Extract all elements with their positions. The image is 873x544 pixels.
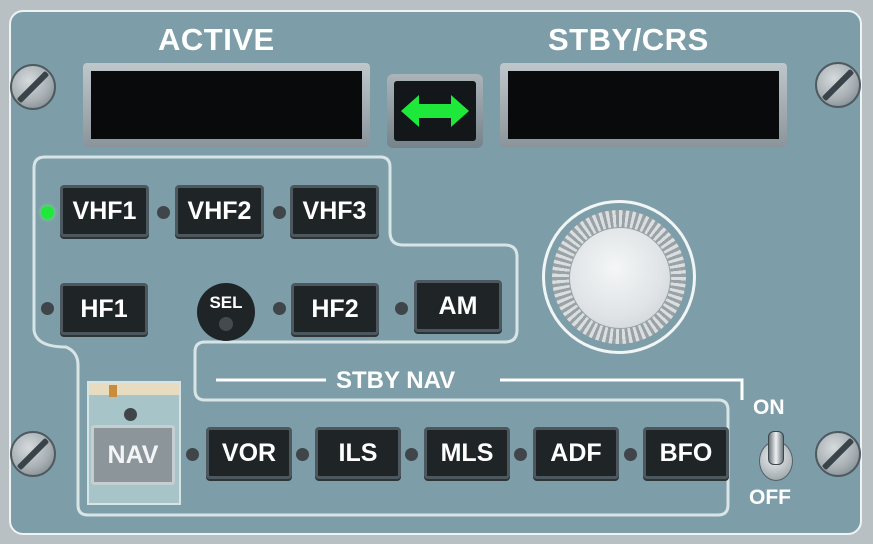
sel-label: SEL xyxy=(209,293,243,312)
guard-tab xyxy=(109,385,117,397)
ils-button[interactable]: ILS xyxy=(315,427,401,479)
am-led xyxy=(395,302,408,315)
vhf1-led xyxy=(41,206,54,219)
guard-stripe xyxy=(89,383,179,395)
stby-nav-label: STBY NAV xyxy=(326,367,466,395)
power-toggle-switch[interactable] xyxy=(755,431,795,481)
toggle-on-label: ON xyxy=(753,396,785,419)
ils-led xyxy=(296,448,309,461)
toggle-off-label: OFF xyxy=(749,486,791,509)
nav-led xyxy=(124,408,137,421)
hf1-led xyxy=(41,302,54,315)
vhf3-led xyxy=(273,206,286,219)
adf-led xyxy=(514,448,527,461)
toggle-lever xyxy=(768,431,784,465)
hf1-button[interactable]: HF1 xyxy=(60,283,148,335)
hf2-led xyxy=(273,302,286,315)
nav-button[interactable]: NAV xyxy=(91,425,175,485)
bfo-button[interactable]: BFO xyxy=(643,427,729,479)
sel-indicator xyxy=(219,317,233,331)
bfo-led xyxy=(624,448,637,461)
vor-button[interactable]: VOR xyxy=(206,427,292,479)
vhf1-button[interactable]: VHF1 xyxy=(60,185,149,237)
vhf3-button[interactable]: VHF3 xyxy=(290,185,379,237)
mls-button[interactable]: MLS xyxy=(424,427,510,479)
mls-led xyxy=(405,448,418,461)
vhf2-led xyxy=(157,206,170,219)
am-button[interactable]: AM xyxy=(414,280,502,332)
adf-button[interactable]: ADF xyxy=(533,427,619,479)
hf2-button[interactable]: HF2 xyxy=(291,283,379,335)
vhf2-button[interactable]: VHF2 xyxy=(175,185,264,237)
sel-button[interactable]: SEL xyxy=(197,283,255,341)
tuning-knob-face xyxy=(569,227,671,329)
vor-led xyxy=(186,448,199,461)
